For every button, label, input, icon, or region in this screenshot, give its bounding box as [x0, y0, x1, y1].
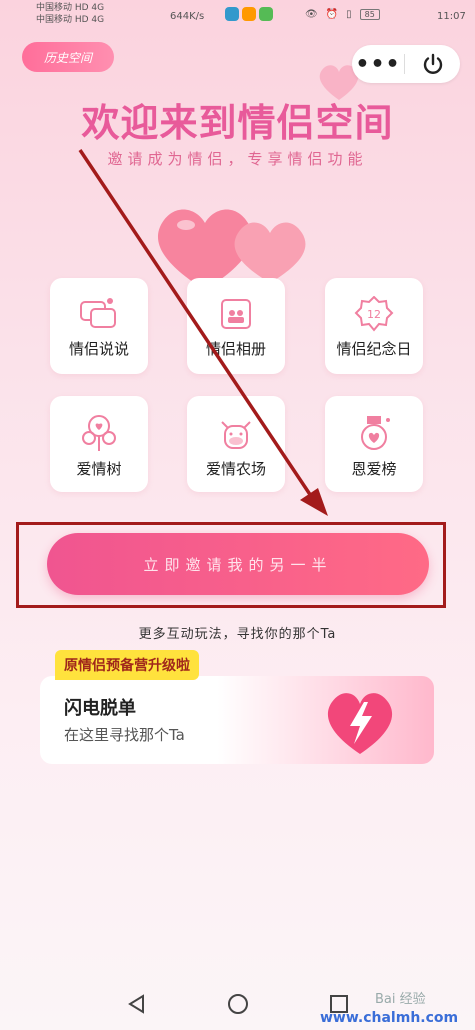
- promo-tag-label: 原情侣预备营升级啦: [64, 658, 190, 674]
- eye-icon: 👁: [305, 9, 318, 20]
- exit-button[interactable]: [405, 52, 460, 76]
- lightning-heart-icon: [327, 693, 393, 754]
- feature-card-couple-album[interactable]: 情侣相册: [187, 278, 285, 374]
- net-speed: 644K/s: [170, 11, 205, 22]
- calendar-badge-icon: 12: [354, 296, 394, 332]
- chat-bubbles-icon: [80, 298, 116, 328]
- power-icon: [423, 53, 442, 74]
- site-watermark: www.chalmh.com: [320, 1010, 459, 1026]
- clock: 11:07: [437, 11, 466, 22]
- history-space-button[interactable]: 历史空间: [22, 42, 114, 72]
- farm-cow-icon: [221, 421, 251, 449]
- app-notification-icon: [259, 7, 273, 21]
- notification-icons: [225, 7, 273, 21]
- feature-label: 情侣相册: [205, 340, 266, 358]
- more-button[interactable]: •••: [352, 52, 404, 77]
- promo-banner[interactable]: [40, 676, 434, 764]
- feature-label: 恩爱榜: [351, 460, 397, 478]
- feature-label: 爱情农场: [205, 460, 266, 478]
- carrier-line-1: 中国移动 HD 4G: [36, 3, 105, 13]
- battery-level: 85: [364, 10, 375, 19]
- status-bar: 中国移动 HD 4G 中国移动 HD 4G 644K/s 👁 ⏰ ▯ 85 11…: [0, 0, 475, 34]
- promo-upgrade-tag: 原情侣预备营升级啦: [55, 650, 199, 680]
- alarm-icon: ⏰: [325, 9, 339, 20]
- feature-card-anniversary[interactable]: 12 情侣纪念日: [325, 278, 423, 374]
- love-tree-icon: [82, 415, 116, 451]
- promo-title: 闪电脱单: [64, 698, 136, 719]
- feature-card-love-tree[interactable]: 爱情树: [50, 396, 148, 492]
- back-icon[interactable]: [127, 994, 147, 1014]
- svg-text:12: 12: [367, 308, 381, 321]
- feature-label: 情侣说说: [68, 340, 129, 358]
- app-notification-icon: [225, 7, 239, 21]
- feature-label: 爱情树: [76, 460, 122, 478]
- history-space-label: 历史空间: [43, 50, 92, 65]
- page-title: 欢迎来到情侣空间: [81, 101, 394, 145]
- annotation-highlight-box: [16, 522, 446, 608]
- baidu-watermark: Bai 经验: [375, 992, 426, 1007]
- invite-hint-text: 更多互动玩法，寻找你的那个Ta: [138, 627, 337, 642]
- feature-card-love-farm[interactable]: 爱情农场: [187, 396, 285, 492]
- page-subtitle: 邀请成为情侣，专享情侣功能: [107, 150, 368, 168]
- miniprogram-capsule: •••: [352, 45, 460, 83]
- feature-card-couple-posts[interactable]: 情侣说说: [50, 278, 148, 374]
- status-icons: 👁 ⏰ ▯ 85: [305, 9, 380, 20]
- feature-card-love-ranking[interactable]: 恩爱榜: [325, 396, 423, 492]
- vibrate-icon: ▯: [346, 9, 352, 20]
- carrier-info: 中国移动 HD 4G 中国移动 HD 4G: [36, 2, 104, 26]
- carrier-line-2: 中国移动 HD 4G: [36, 15, 105, 25]
- promo-subtitle: 在这里寻找那个Ta: [64, 726, 185, 744]
- battery-icon: 85: [359, 9, 380, 20]
- ranking-medal-icon: [361, 416, 390, 450]
- home-icon[interactable]: [227, 993, 249, 1015]
- feature-label: 情侣纪念日: [336, 340, 412, 358]
- app-notification-icon: [242, 7, 256, 21]
- photo-album-icon: [221, 299, 251, 329]
